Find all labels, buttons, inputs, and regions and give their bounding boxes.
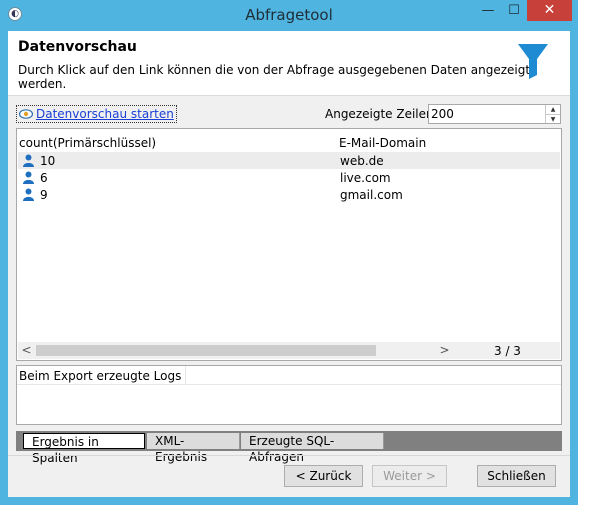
scroll-thumb[interactable]	[36, 345, 376, 356]
column-divider	[185, 366, 186, 384]
user-icon	[23, 171, 34, 184]
eye-icon	[19, 109, 33, 119]
table-row[interactable]: 6 live.com	[18, 169, 560, 186]
header-panel: Datenvorschau Durch Klick auf den Link k…	[8, 31, 570, 96]
cell-domain: live.com	[340, 171, 391, 185]
rows-input[interactable]: 200	[431, 107, 454, 121]
spinner-buttons: ▲ ▼	[545, 105, 560, 123]
tab-xml-result[interactable]: XML-Ergebnis	[147, 433, 240, 464]
cell-domain: gmail.com	[340, 188, 403, 202]
row-count: 3 / 3	[494, 344, 521, 358]
user-icon	[23, 154, 34, 167]
page-description: Durch Klick auf den Link können die von …	[18, 63, 531, 91]
cell-count: 6	[40, 171, 48, 185]
tab-bar: Ergebnis in Spalten XML-Ergebnis Erzeugt…	[16, 431, 562, 465]
scroll-left-icon[interactable]: <	[18, 342, 35, 359]
preview-start-link[interactable]: Datenvorschau starten	[16, 105, 177, 123]
window: ◐ Abfragetool — ☐ ✕ Datenvorschau Durch …	[0, 0, 578, 505]
back-button[interactable]: < Zurück	[284, 465, 363, 487]
maximize-button[interactable]: ☐	[501, 0, 527, 21]
results-grid: count(Primärschlüssel) E-Mail-Domain 10 …	[16, 128, 562, 361]
table-row[interactable]: 9 gmail.com	[18, 186, 560, 203]
logs-header-label: Beim Export erzeugte Logs	[19, 369, 182, 383]
rows-label: Angezeigte Zeilen:	[325, 107, 438, 121]
column-header-domain[interactable]: E-Mail-Domain	[339, 136, 426, 150]
preview-start-label[interactable]: Datenvorschau starten	[36, 107, 174, 121]
cell-domain: web.de	[340, 154, 384, 168]
cell-count: 9	[40, 188, 48, 202]
dialog-body: Datenvorschau Durch Klick auf den Link k…	[8, 31, 570, 497]
page-title: Datenvorschau	[18, 39, 137, 55]
close-button[interactable]: Schließen	[477, 465, 556, 487]
spin-up-icon[interactable]: ▲	[546, 105, 560, 114]
minimize-button[interactable]: —	[475, 0, 501, 21]
rows-spinner[interactable]: 200 ▲ ▼	[428, 104, 561, 124]
next-button[interactable]: Weiter >	[372, 465, 447, 487]
table-row[interactable]: 10 web.de	[18, 152, 560, 169]
logs-header: Beim Export erzeugte Logs	[17, 366, 561, 385]
footer-divider	[8, 455, 570, 456]
cell-count: 10	[40, 154, 56, 168]
tab-sql-queries[interactable]: Erzeugte SQL-Abfragen	[241, 433, 384, 464]
scroll-right-icon[interactable]: >	[436, 342, 453, 359]
column-header-count[interactable]: count(Primärschlüssel)	[19, 136, 156, 150]
title-bar[interactable]: ◐ Abfragetool — ☐ ✕	[0, 0, 578, 30]
spin-down-icon[interactable]: ▼	[546, 114, 560, 124]
export-logs-panel: Beim Export erzeugte Logs	[16, 365, 562, 425]
horizontal-scrollbar[interactable]: < > 3 / 3	[18, 342, 560, 359]
close-window-button[interactable]: ✕	[527, 0, 572, 21]
tab-results-columns[interactable]: Ergebnis in Spalten	[23, 433, 145, 465]
filter-icon	[518, 44, 548, 79]
user-icon	[23, 188, 34, 201]
